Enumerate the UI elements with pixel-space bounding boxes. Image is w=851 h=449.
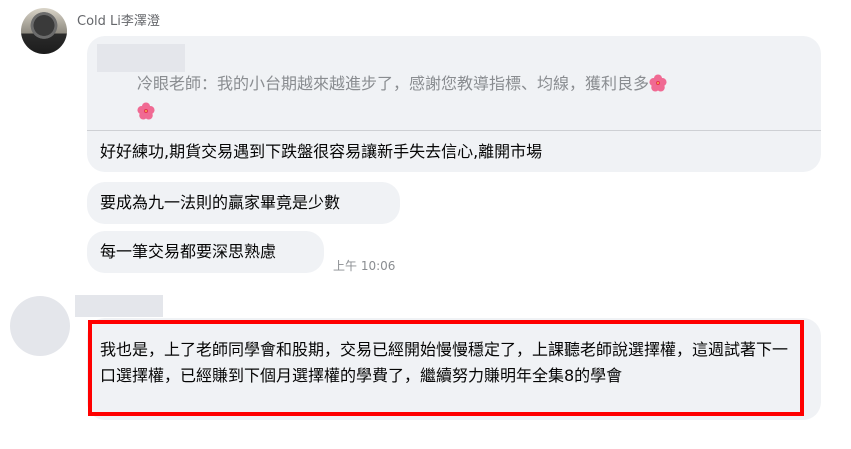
quoted-text: 冷眼老師：我的小台期越來越進步了，感謝您教導指標、均線，獲利良多 [137,74,650,93]
hibiscus-icon [649,74,667,92]
message-text: 要成為九一法則的贏家畢竟是少數 [100,193,341,212]
redacted-avatar[interactable] [10,296,70,356]
hibiscus-icon [137,102,155,120]
redacted-name-block [75,295,163,317]
redacted-name-block [97,44,185,72]
quoted-message-text: 冷眼老師：我的小台期越來越進步了，感謝您教導指標、均線，獲利良多 [137,70,777,126]
highlighted-message-text: 我也是，上了老師同學會和股期，交易已經開始慢慢穩定了，上課聽老師說選擇權，這週試… [100,340,789,385]
message-timestamp: 上午 10:06 [333,259,396,273]
sender-name: Cold Li李澤澄 [77,14,160,29]
reply-message-text: 好好練功,期貨交易遇到下跌盤很容易讓新手失去信心,離開市場 [100,142,543,161]
sender-avatar[interactable] [21,8,67,54]
message-text: 每一筆交易都要深思熟慮 [100,242,277,261]
